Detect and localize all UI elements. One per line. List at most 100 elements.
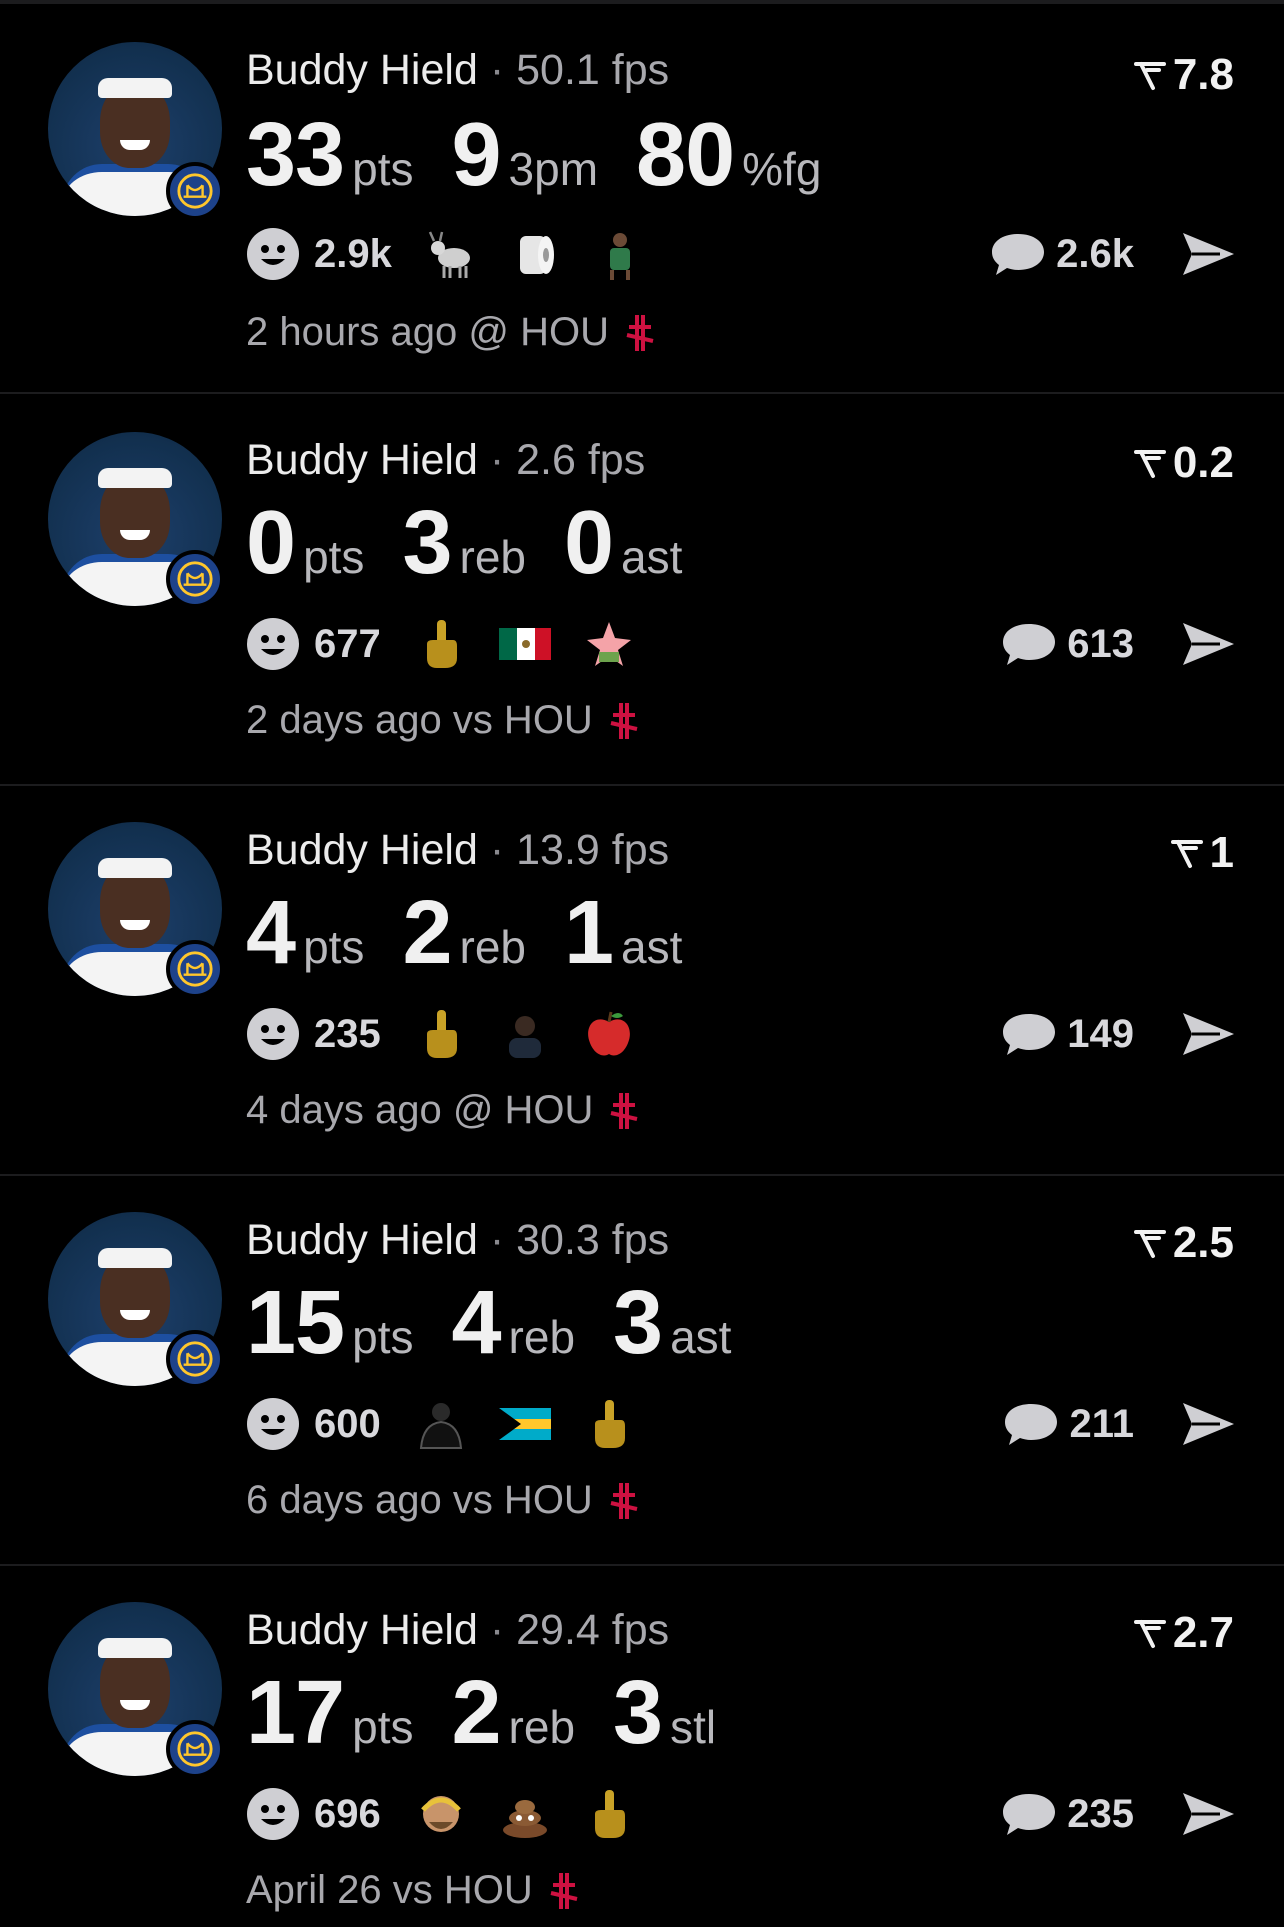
stat-line: 0 pts 3 reb 0 ast [246,492,720,595]
stat-item: 2 reb [451,1662,575,1765]
reaction-count: 235 [314,1011,381,1056]
player-name-line[interactable]: Buddy Hield · 29.4 fps [246,1606,669,1655]
share-send-icon[interactable] [1180,1009,1236,1059]
game-time-line: 2 hours ago @ HOU [246,310,657,355]
middle-finger-emoji-icon[interactable] [583,1788,635,1840]
game-post-card[interactable]: Buddy Hield · 2.6 fps 0.2 0 pts 3 reb 0 ast… [0,396,1284,786]
bahamas-flag-emoji-icon[interactable] [498,1398,551,1450]
stat-item: 3 ast [613,1272,731,1375]
fps-score: 30.3 fps [516,1216,670,1264]
separator: · [489,1216,505,1264]
comment-bar[interactable]: 2.6k [990,226,1236,282]
stat-value: 4 [246,883,296,983]
stat-unit: pts [303,921,365,973]
reaction-count: 677 [314,621,381,666]
game-time-line: 4 days ago @ HOU [246,1088,641,1133]
stat-unit: reb [459,531,526,583]
mexico-flag-emoji-icon[interactable] [498,618,551,670]
stat-unit: pts [352,143,414,195]
stat-item: 4 pts [246,882,364,985]
reaction-bar: 696 [246,1786,667,1842]
rating-badge[interactable]: 0.2 [1133,438,1234,488]
smiley-reaction-icon[interactable] [246,1007,300,1061]
smiley-reaction-icon[interactable] [246,1397,300,1451]
comment-bar[interactable]: 149 [1001,1006,1236,1062]
player-face-sticker-icon[interactable] [415,1788,467,1840]
stat-value: 1 [563,883,614,983]
smiley-reaction-icon[interactable] [246,617,300,671]
comment-bubble-icon[interactable] [1003,1400,1059,1448]
player-name-line[interactable]: Buddy Hield · 50.1 fps [246,46,669,95]
middle-finger-emoji-icon[interactable] [583,1398,635,1450]
comment-bar[interactable]: 235 [1001,1786,1236,1842]
stat-value: 80 [636,105,735,205]
share-send-icon[interactable] [1180,619,1236,669]
share-send-icon[interactable] [1180,1789,1236,1839]
fps-score: 13.9 fps [516,826,670,874]
separator: · [489,46,505,94]
brooklyn-player-sticker-icon[interactable] [415,1398,467,1450]
stat-value: 33 [246,105,345,205]
rating-arrow-icon [1133,450,1166,478]
smiley-reaction-icon[interactable] [246,1787,300,1841]
middle-finger-emoji-icon[interactable] [415,618,467,670]
person-sticker-emoji-icon[interactable] [499,1008,551,1060]
stat-value: 3 [613,1273,663,1373]
patrick-star-sticker-icon[interactable] [583,618,635,670]
comment-count: 2.6k [1056,231,1134,276]
stat-unit: reb [508,1311,576,1363]
stat-item: 2 reb [402,882,526,985]
pile-of-poo-emoji-icon[interactable] [499,1788,551,1840]
rating-arrow-icon [1133,1620,1166,1648]
game-time-line: 2 days ago vs HOU [246,698,641,743]
rating-badge[interactable]: 2.7 [1133,1608,1234,1658]
middle-finger-emoji-icon[interactable] [415,1008,467,1060]
rating-value: 1 [1209,828,1234,877]
stat-item: 9 3pm [451,104,598,207]
stat-value: 2 [451,1663,501,1763]
share-send-icon[interactable] [1180,229,1236,279]
stat-item: 1 ast [564,882,682,985]
game-time: 2 hours ago @ HOU [246,310,609,354]
separator: · [489,1606,505,1654]
stat-line: 15 pts 4 reb 3 ast [246,1272,769,1375]
comment-bar[interactable]: 211 [1003,1396,1236,1452]
player-name[interactable]: Buddy Hield [246,436,478,484]
comment-bubble-icon[interactable] [1001,620,1057,668]
goat-emoji-icon[interactable] [426,228,478,280]
player-name[interactable]: Buddy Hield [246,46,478,94]
separator: · [489,826,505,874]
player-name-line[interactable]: Buddy Hield · 13.9 fps [246,826,669,875]
rating-badge[interactable]: 1 [1170,828,1234,878]
comment-bubble-icon[interactable] [1001,1010,1057,1058]
toilet-paper-emoji-icon[interactable] [510,228,562,280]
rating-badge[interactable]: 7.8 [1133,50,1234,100]
game-post-card[interactable]: Buddy Hield · 13.9 fps 1 4 pts 2 reb 1 ast … [0,786,1284,1176]
stat-unit: %fg [742,143,822,195]
share-send-icon[interactable] [1180,1399,1236,1449]
game-post-card[interactable]: Buddy Hield · 30.3 fps 2.5 15 pts 4 reb 3a… [0,1176,1284,1566]
red-apple-emoji-icon[interactable] [583,1008,635,1060]
rating-arrow-icon [1133,1230,1166,1258]
player-name-line[interactable]: Buddy Hield · 2.6 fps [246,436,645,485]
rockets-logo-icon [610,1092,638,1129]
comment-bubble-icon[interactable] [990,230,1046,278]
comment-bar[interactable]: 613 [1001,616,1236,672]
game-post-card[interactable]: Buddy Hield · 29.4 fps 2.7 17 pts 2 reb 3s… [0,1566,1284,1927]
player-name[interactable]: Buddy Hield [246,1606,478,1654]
reaction-count: 2.9k [314,231,392,276]
stat-item: 3 stl [613,1662,716,1765]
game-post-card[interactable]: Buddy Hield · 50.1 fps 7.8 33 pts 9 3pm 80… [0,4,1284,394]
comment-count: 211 [1069,1401,1134,1446]
player-name[interactable]: Buddy Hield [246,826,478,874]
stat-value: 15 [246,1273,345,1373]
player-sticker-emoji-icon[interactable] [594,228,646,280]
stat-unit: ast [670,1311,732,1363]
player-name[interactable]: Buddy Hield [246,1216,478,1264]
game-time: April 26 vs HOU [246,1868,533,1912]
rating-value: 7.8 [1172,50,1234,99]
player-name-line[interactable]: Buddy Hield · 30.3 fps [246,1216,669,1265]
comment-bubble-icon[interactable] [1001,1790,1057,1838]
smiley-reaction-icon[interactable] [246,227,300,281]
rating-badge[interactable]: 2.5 [1133,1218,1234,1268]
